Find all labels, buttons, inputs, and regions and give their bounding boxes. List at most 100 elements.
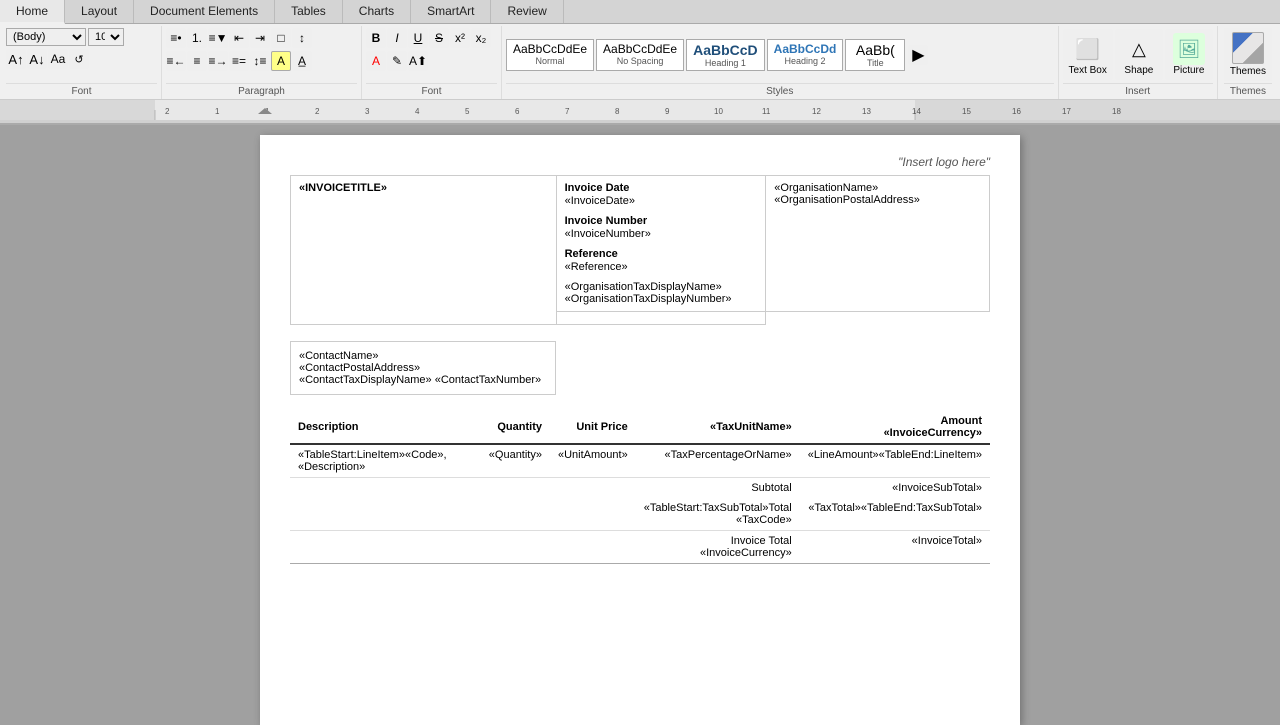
font-color-btn[interactable]: A <box>366 51 386 71</box>
superscript-btn[interactable]: x² <box>450 28 470 48</box>
style-title[interactable]: AaBb( Title <box>845 39 905 71</box>
highlight-btn[interactable]: A̲ <box>292 51 312 71</box>
insert-group: ⬜ Text Box △ Shape 🖼 Picture Insert <box>1059 26 1218 99</box>
line-description: «TableStart:LineItem»«Code», «Descriptio… <box>290 444 477 478</box>
invoice-total-row: Invoice Total «InvoiceCurrency» «Invoice… <box>290 531 990 564</box>
svg-text:9: 9 <box>665 107 670 116</box>
themes-btn[interactable]: Themes <box>1224 28 1272 81</box>
document-area: "Insert logo here" «INVOICETITLE» Invoic… <box>0 125 1280 725</box>
decrease-font-btn[interactable]: A↓ <box>27 49 47 69</box>
tab-home[interactable]: Home <box>0 0 65 24</box>
invoice-title: «INVOICETITLE» <box>299 182 387 194</box>
page: "Insert logo here" «INVOICETITLE» Invoic… <box>260 135 1020 725</box>
decrease-indent-btn[interactable]: ⇤ <box>229 28 249 48</box>
text-effects-btn[interactable]: A⬆ <box>408 51 428 71</box>
org-name: «OrganisationName» <box>774 182 981 194</box>
picture-label: Picture <box>1173 65 1204 76</box>
svg-text:4: 4 <box>415 107 420 116</box>
logo-placeholder: "Insert logo here" <box>290 155 990 169</box>
style-heading2[interactable]: AaBbCcDd Heading 2 <box>767 39 844 71</box>
col-tax-unit: «TaxUnitName» <box>636 411 800 444</box>
font-group: (Body) 10 A↑ A↓ Aa ↺ Font <box>2 26 162 99</box>
svg-text:3: 3 <box>365 107 370 116</box>
invoice-title-cell: «INVOICETITLE» <box>291 176 557 325</box>
empty-cell <box>766 312 990 325</box>
col-unit-price: Unit Price <box>550 411 636 444</box>
tab-document-elements[interactable]: Document Elements <box>134 0 275 23</box>
change-case-btn[interactable]: Aa <box>48 49 68 69</box>
tax-row-empty <box>290 498 636 531</box>
line-spacing-btn[interactable]: ↕≡ <box>250 51 270 71</box>
tax-code-cell: «TableStart:TaxSubTotal»Total «TaxCode» <box>636 498 800 531</box>
bold-btn[interactable]: B <box>366 28 386 48</box>
style-h1-label: Heading 1 <box>693 58 758 68</box>
themes-icon <box>1232 32 1264 64</box>
svg-text:17: 17 <box>1062 107 1071 116</box>
strikethrough-btn[interactable]: S <box>429 28 449 48</box>
table-row: «TableStart:LineItem»«Code», «Descriptio… <box>290 444 990 478</box>
font-group-label: Font <box>6 83 157 99</box>
align-left-btn[interactable]: ≡← <box>166 51 186 71</box>
bullets-btn[interactable]: ≡• <box>166 28 186 48</box>
style-heading1[interactable]: AaBbCcD Heading 1 <box>686 39 765 71</box>
italic-btn[interactable]: I <box>387 28 407 48</box>
svg-text:14: 14 <box>912 107 921 116</box>
svg-text:18: 18 <box>1112 107 1121 116</box>
tab-layout[interactable]: Layout <box>65 0 134 23</box>
svg-text:16: 16 <box>1012 107 1021 116</box>
text-highlight-btn[interactable]: ✎ <box>387 51 407 71</box>
justify-btn[interactable]: ≡= <box>229 51 249 71</box>
themes-group: Themes Themes <box>1218 26 1278 99</box>
style-normal-label: Normal <box>513 56 587 66</box>
sort-btn[interactable]: ↕ <box>292 28 312 48</box>
subscript-btn[interactable]: x₂ <box>471 28 491 48</box>
contact-tax: «ContactTaxDisplayName» «ContactTaxNumbe… <box>299 374 547 386</box>
org-tax-display: «OrganisationTaxDisplayName» <box>565 281 758 293</box>
shape-btn[interactable]: △ Shape <box>1115 29 1163 80</box>
font-size-select[interactable]: 10 <box>88 28 124 46</box>
reference-label: Reference <box>565 248 758 260</box>
svg-text:7: 7 <box>565 107 570 116</box>
style-normal[interactable]: AaBbCcDdEe Normal <box>506 39 594 71</box>
style-h1-preview: AaBbCcD <box>693 42 758 58</box>
svg-text:11: 11 <box>762 107 771 116</box>
styles-scroll-btn[interactable]: ▶ <box>908 45 928 65</box>
underline-btn[interactable]: U <box>408 28 428 48</box>
invoice-header-table: «INVOICETITLE» Invoice Date «InvoiceDate… <box>290 175 990 325</box>
style-no-spacing-label: No Spacing <box>603 56 677 66</box>
svg-text:6: 6 <box>515 107 520 116</box>
invoice-number-label: Invoice Number <box>565 215 758 227</box>
tax-row: «TableStart:TaxSubTotal»Total «TaxCode» … <box>290 498 990 531</box>
svg-text:8: 8 <box>615 107 620 116</box>
contact-address: «ContactPostalAddress» <box>299 362 547 374</box>
style-no-spacing[interactable]: AaBbCcDdEe No Spacing <box>596 39 684 71</box>
shape-label: Shape <box>1124 65 1153 76</box>
align-center-btn[interactable]: ≡ <box>187 51 207 71</box>
increase-indent-btn[interactable]: ⇥ <box>250 28 270 48</box>
invoice-total-empty <box>290 531 636 564</box>
org-tax-number: «OrganisationTaxDisplayNumber» <box>565 293 758 305</box>
textbox-btn[interactable]: ⬜ Text Box <box>1063 29 1113 80</box>
tab-smartart[interactable]: SmartArt <box>411 0 491 23</box>
svg-text:2: 2 <box>315 107 320 116</box>
col-amount: Amount «InvoiceCurrency» <box>800 411 990 444</box>
font-name-select[interactable]: (Body) <box>6 28 86 46</box>
tab-charts[interactable]: Charts <box>343 0 411 23</box>
numbering-btn[interactable]: 1. <box>187 28 207 48</box>
increase-font-btn[interactable]: A↑ <box>6 49 26 69</box>
shading-btn[interactable]: A <box>271 51 291 71</box>
align-right-btn[interactable]: ≡→ <box>208 51 228 71</box>
border-btn[interactable]: □ <box>271 28 291 48</box>
style-no-spacing-preview: AaBbCcDdEe <box>603 42 677 56</box>
tab-review[interactable]: Review <box>491 0 563 23</box>
clear-format-btn[interactable]: ↺ <box>69 49 89 69</box>
style-title-label: Title <box>852 58 898 68</box>
line-unit-amount: «UnitAmount» <box>550 444 636 478</box>
subtotal-row: Subtotal «InvoiceSubTotal» <box>290 478 990 499</box>
picture-icon: 🖼 <box>1173 33 1205 65</box>
picture-btn[interactable]: 🖼 Picture <box>1165 29 1213 80</box>
items-table: Description Quantity Unit Price «TaxUnit… <box>290 411 990 564</box>
tab-tables[interactable]: Tables <box>275 0 343 23</box>
reference-value: «Reference» <box>565 261 758 273</box>
multilevel-btn[interactable]: ≡▼ <box>208 28 228 48</box>
